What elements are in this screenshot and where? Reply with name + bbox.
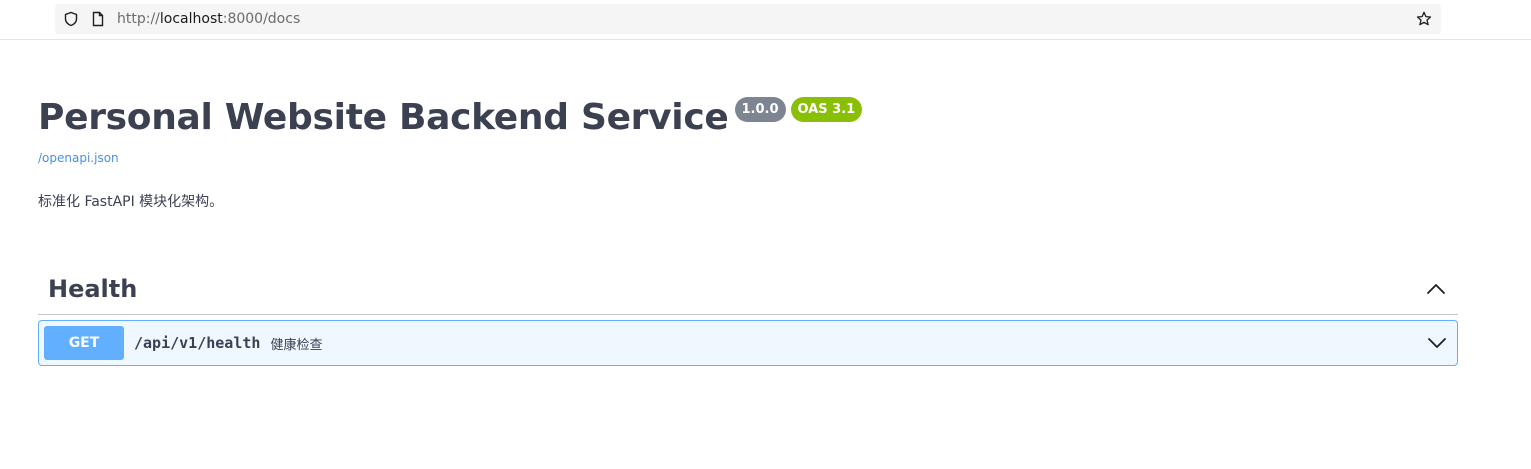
operation-get-health[interactable]: GET /api/v1/health 健康检查 [38, 320, 1458, 366]
url-rest: :8000/docs [222, 11, 301, 27]
address-bar[interactable]: http://localhost:8000/docs [55, 4, 1441, 34]
chevron-down-icon[interactable] [1425, 331, 1449, 355]
openapi-spec-link[interactable]: /openapi.json [38, 151, 1458, 165]
operation-path: /api/v1/health [134, 334, 261, 352]
chevron-up-icon[interactable] [1424, 277, 1448, 301]
url-text[interactable]: http://localhost:8000/docs [117, 4, 300, 34]
shield-icon[interactable] [63, 11, 79, 27]
api-info: Personal Website Backend Service 1.0.0 O… [38, 92, 1458, 211]
bookmark-star-icon[interactable] [1416, 11, 1432, 27]
operation-summary: 健康检查 [270, 337, 323, 353]
title-row: Personal Website Backend Service 1.0.0 O… [38, 92, 1458, 144]
api-description: 标准化 FastAPI 模块化架构。 [38, 194, 224, 210]
page-icon[interactable] [90, 11, 106, 27]
oas-version-badge: OAS 3.1 [790, 97, 863, 122]
version-badge: 1.0.0 [734, 97, 786, 122]
tag-header[interactable]: Health [38, 263, 1458, 315]
browser-toolbar: http://localhost:8000/docs [0, 0, 1531, 40]
tag-section-health: Health GET /api/v1/health 健康检查 [38, 263, 1458, 366]
url-host: localhost [159, 11, 223, 27]
http-method-badge: GET [44, 326, 124, 360]
tag-name: Health [48, 274, 138, 303]
url-prefix: http:// [117, 11, 160, 27]
page-title: Personal Website Backend Service [38, 97, 729, 138]
